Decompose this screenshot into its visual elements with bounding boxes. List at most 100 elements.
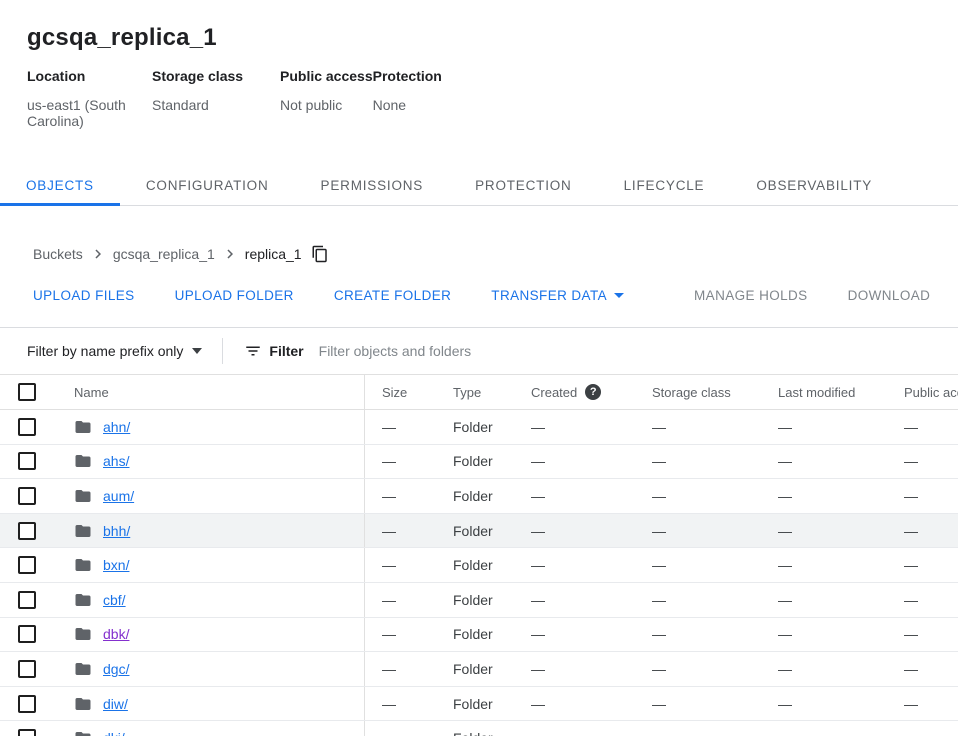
breadcrumb-item[interactable]: Buckets bbox=[33, 246, 83, 262]
toolbar-button[interactable]: UPLOAD FILES bbox=[21, 279, 147, 311]
folder-link[interactable]: aum/ bbox=[103, 488, 134, 504]
breadcrumb-item[interactable]: gcsqa_replica_1 bbox=[113, 246, 215, 262]
row-checkbox[interactable] bbox=[18, 452, 36, 470]
filter-bar: Filter by name prefix only Filter bbox=[0, 328, 958, 374]
tab-item[interactable]: CONFIGURATION bbox=[120, 166, 295, 205]
breadcrumb: Buckets gcsqa_replica_1 replica_1 bbox=[33, 245, 302, 263]
row-checkbox[interactable] bbox=[18, 591, 36, 609]
chevron-down-icon bbox=[614, 293, 624, 298]
folder-link[interactable]: bhh/ bbox=[103, 523, 130, 539]
toolbar-button-label: CREATE FOLDER bbox=[334, 288, 451, 303]
meta-value: Not public bbox=[280, 97, 373, 113]
row-checkbox[interactable] bbox=[18, 487, 36, 505]
folder-link[interactable]: ahs/ bbox=[103, 453, 129, 469]
filter-input[interactable] bbox=[319, 343, 958, 359]
tab-item[interactable]: OBJECTS bbox=[0, 166, 120, 205]
table-row: dgc/ — Folder — — — — bbox=[0, 652, 958, 687]
meta-value: None bbox=[373, 97, 442, 113]
type-cell: Folder bbox=[438, 652, 520, 686]
public-access-cell: — bbox=[890, 721, 958, 736]
tab-item[interactable]: PERMISSIONS bbox=[295, 166, 450, 205]
bucket-details-page: gcsqa_replica_1 Location us-east1 (South… bbox=[0, 0, 958, 736]
row-checkbox[interactable] bbox=[18, 418, 36, 436]
toolbar-button[interactable]: CREATE FOLDER bbox=[322, 279, 463, 311]
folder-link[interactable]: diw/ bbox=[103, 696, 128, 712]
tab-item[interactable]: LIFECYCLE bbox=[598, 166, 731, 205]
meta-label: Public access bbox=[280, 68, 373, 84]
last-modified-cell: — bbox=[765, 410, 890, 444]
size-cell: — bbox=[365, 445, 438, 479]
tab-item[interactable]: OBSERVABILITY bbox=[730, 166, 898, 205]
tab-bar: OBJECTS CONFIGURATION PERMISSIONS PROTEC… bbox=[0, 166, 958, 206]
public-access-cell: — bbox=[890, 583, 958, 617]
folder-icon bbox=[74, 660, 92, 678]
folder-link[interactable]: cbf/ bbox=[103, 592, 126, 608]
toolbar-button-label: UPLOAD FOLDER bbox=[175, 288, 294, 303]
toolbar-button[interactable]: UPLOAD FOLDER bbox=[163, 279, 306, 311]
storage-class-cell: — bbox=[640, 618, 765, 652]
toolbar-button-label: DOWNLOAD bbox=[848, 288, 931, 303]
chevron-right-icon bbox=[89, 245, 107, 263]
page-title: gcsqa_replica_1 bbox=[27, 25, 958, 51]
folder-link[interactable]: dki/ bbox=[103, 730, 125, 736]
column-header-size: Size bbox=[365, 375, 438, 409]
folder-link[interactable]: dbk/ bbox=[103, 626, 129, 642]
meta-column: Public access Not public bbox=[280, 68, 373, 129]
folder-link[interactable]: dgc/ bbox=[103, 661, 129, 677]
help-icon[interactable]: ? bbox=[585, 384, 601, 400]
size-cell: — bbox=[365, 583, 438, 617]
chevron-right-icon bbox=[221, 245, 239, 263]
filter-scope-dropdown[interactable]: Filter by name prefix only bbox=[27, 343, 202, 359]
last-modified-cell: — bbox=[765, 721, 890, 736]
folder-link[interactable]: bxn/ bbox=[103, 557, 129, 573]
public-access-cell: — bbox=[890, 618, 958, 652]
size-cell: — bbox=[365, 514, 438, 548]
row-checkbox[interactable] bbox=[18, 556, 36, 574]
tab-item[interactable]: PROTECTION bbox=[449, 166, 598, 205]
type-cell: Folder bbox=[438, 583, 520, 617]
created-cell: — bbox=[520, 479, 640, 513]
table-row: dbk/ — Folder — — — — bbox=[0, 618, 958, 653]
copy-path-button[interactable] bbox=[311, 245, 329, 263]
table-row: dki/ — Folder — — — — bbox=[0, 721, 958, 736]
storage-class-cell: — bbox=[640, 445, 765, 479]
public-access-cell: — bbox=[890, 410, 958, 444]
folder-icon bbox=[74, 695, 92, 713]
meta-column: Storage class Standard bbox=[152, 68, 280, 129]
storage-class-cell: — bbox=[640, 548, 765, 582]
meta-column: Protection None bbox=[373, 68, 442, 129]
row-checkbox[interactable] bbox=[18, 695, 36, 713]
type-cell: Folder bbox=[438, 548, 520, 582]
size-cell: — bbox=[365, 652, 438, 686]
type-cell: Folder bbox=[438, 721, 520, 736]
toolbar-button[interactable]: DOWNLOAD bbox=[836, 279, 943, 311]
table-row: ahn/ — Folder — — — — bbox=[0, 410, 958, 445]
column-header-last-modified: Last modified bbox=[765, 375, 890, 409]
public-access-cell: — bbox=[890, 652, 958, 686]
row-checkbox[interactable] bbox=[18, 522, 36, 540]
folder-icon bbox=[74, 418, 92, 436]
public-access-cell: — bbox=[890, 687, 958, 721]
created-cell: — bbox=[520, 548, 640, 582]
folder-link[interactable]: ahn/ bbox=[103, 419, 130, 435]
storage-class-cell: — bbox=[640, 514, 765, 548]
type-cell: Folder bbox=[438, 479, 520, 513]
content-copy-icon bbox=[311, 245, 329, 263]
created-cell: — bbox=[520, 514, 640, 548]
last-modified-cell: — bbox=[765, 514, 890, 548]
toolbar-button[interactable]: TRANSFER DATA bbox=[479, 279, 636, 311]
toolbar-button[interactable]: MANAGE HOLDS bbox=[682, 279, 820, 311]
size-cell: — bbox=[365, 618, 438, 652]
storage-class-cell: — bbox=[640, 721, 765, 736]
created-cell: — bbox=[520, 618, 640, 652]
type-cell: Folder bbox=[438, 445, 520, 479]
breadcrumb-item[interactable]: replica_1 bbox=[245, 246, 302, 262]
select-all-checkbox[interactable] bbox=[18, 383, 36, 401]
row-checkbox[interactable] bbox=[18, 729, 36, 736]
row-checkbox[interactable] bbox=[18, 660, 36, 678]
created-cell: — bbox=[520, 687, 640, 721]
table-row: diw/ — Folder — — — — bbox=[0, 687, 958, 722]
last-modified-cell: — bbox=[765, 583, 890, 617]
row-checkbox[interactable] bbox=[18, 625, 36, 643]
created-cell: — bbox=[520, 445, 640, 479]
